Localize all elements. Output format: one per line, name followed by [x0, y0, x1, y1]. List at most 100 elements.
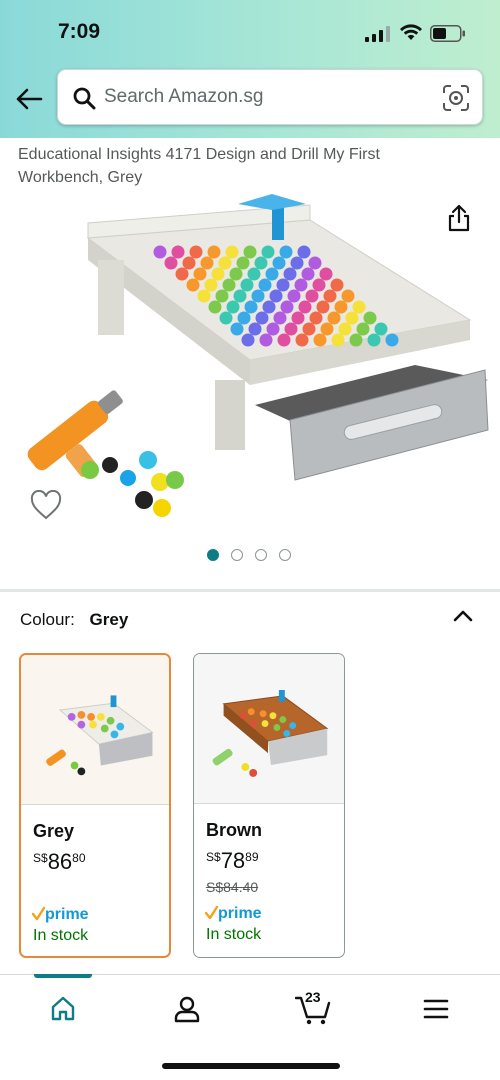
wifi-icon — [400, 24, 422, 40]
peg — [330, 278, 344, 292]
prime-label: prime — [218, 905, 262, 922]
product-title[interactable]: Educational Insights 4171 Design and Dri… — [18, 143, 458, 189]
peg — [269, 289, 283, 303]
search-bar[interactable] — [57, 69, 483, 125]
peg — [153, 245, 167, 259]
peg — [219, 311, 233, 325]
nav-home[interactable] — [43, 991, 83, 1027]
peg — [312, 278, 326, 292]
variant-card-brown[interactable]: Brown S$7889 S$84.40 prime In stock — [193, 653, 345, 958]
account-icon — [174, 996, 200, 1023]
peg — [294, 278, 308, 292]
price-currency: S$ — [206, 850, 221, 864]
peg — [247, 267, 261, 281]
prime-label: prime — [45, 906, 89, 923]
colour-label: Colour: — [20, 610, 75, 629]
peg — [261, 245, 275, 259]
peg — [272, 256, 286, 270]
peg — [229, 267, 243, 281]
peg — [287, 289, 301, 303]
peg — [265, 267, 279, 281]
camera-lens-icon[interactable] — [442, 84, 470, 112]
carousel-dot[interactable] — [255, 549, 267, 561]
peg — [254, 256, 268, 270]
peg — [316, 300, 330, 314]
price-whole: 78 — [220, 848, 246, 873]
peg — [327, 311, 341, 325]
status-time: 7:09 — [58, 20, 101, 43]
prime-badge: prime — [32, 906, 89, 923]
peg — [341, 289, 355, 303]
variant-price: S$8680 — [33, 849, 86, 875]
peg — [171, 245, 185, 259]
peg — [290, 256, 304, 270]
peg — [175, 267, 189, 281]
share-icon[interactable] — [446, 204, 472, 232]
section-divider — [0, 589, 500, 592]
variant-name: Brown — [206, 820, 262, 840]
back-button[interactable] — [12, 82, 46, 116]
peg — [374, 322, 388, 336]
peg — [323, 289, 337, 303]
product-image[interactable] — [10, 190, 490, 530]
peg — [331, 333, 345, 347]
peg — [308, 256, 322, 270]
peg — [279, 245, 293, 259]
peg — [309, 311, 323, 325]
availability: In stock — [33, 927, 89, 944]
carousel-dot[interactable] — [207, 549, 219, 561]
carousel-dot[interactable] — [231, 549, 243, 561]
peg — [284, 322, 298, 336]
peg — [297, 245, 311, 259]
peg — [208, 300, 222, 314]
peg — [349, 333, 363, 347]
chevron-up-icon[interactable] — [452, 607, 474, 623]
peg — [207, 245, 221, 259]
peg — [313, 333, 327, 347]
colour-value: Grey — [89, 610, 129, 629]
peg — [241, 333, 255, 347]
peg — [262, 300, 276, 314]
peg — [273, 311, 287, 325]
peg — [259, 333, 273, 347]
peg — [367, 333, 381, 347]
nav-menu[interactable] — [416, 991, 456, 1027]
active-tab-indicator — [34, 974, 92, 978]
peg — [226, 300, 240, 314]
back-arrow-icon — [16, 88, 43, 110]
menu-icon — [423, 999, 449, 1019]
home-icon — [51, 996, 75, 1021]
peg — [280, 300, 294, 314]
peg — [283, 267, 297, 281]
peg — [248, 322, 262, 336]
nav-account[interactable] — [167, 991, 207, 1027]
peg — [352, 300, 366, 314]
prime-badge: prime — [205, 905, 262, 922]
home-indicator — [162, 1063, 340, 1069]
peg — [305, 289, 319, 303]
peg — [222, 278, 236, 292]
search-icon — [73, 87, 96, 110]
peg — [320, 322, 334, 336]
peg — [240, 278, 254, 292]
peg — [225, 245, 239, 259]
heart-icon[interactable] — [30, 490, 62, 520]
top-header: 7:09 — [0, 0, 500, 138]
peg — [215, 289, 229, 303]
cart-count-badge: 23 — [305, 989, 321, 1005]
peg — [277, 333, 291, 347]
peg — [237, 311, 251, 325]
peg — [211, 267, 225, 281]
was-price: S$84.40 — [206, 879, 259, 895]
peg — [200, 256, 214, 270]
carousel-dot[interactable] — [279, 549, 291, 561]
peg — [338, 322, 352, 336]
peg — [276, 278, 290, 292]
variant-card-grey[interactable]: Grey S$8680 prime In stock — [19, 653, 171, 958]
price-whole: 86 — [47, 849, 73, 874]
peg — [193, 267, 207, 281]
peg — [258, 278, 272, 292]
search-input[interactable] — [104, 80, 424, 114]
variant-thumbnail — [194, 654, 344, 804]
peg — [236, 256, 250, 270]
